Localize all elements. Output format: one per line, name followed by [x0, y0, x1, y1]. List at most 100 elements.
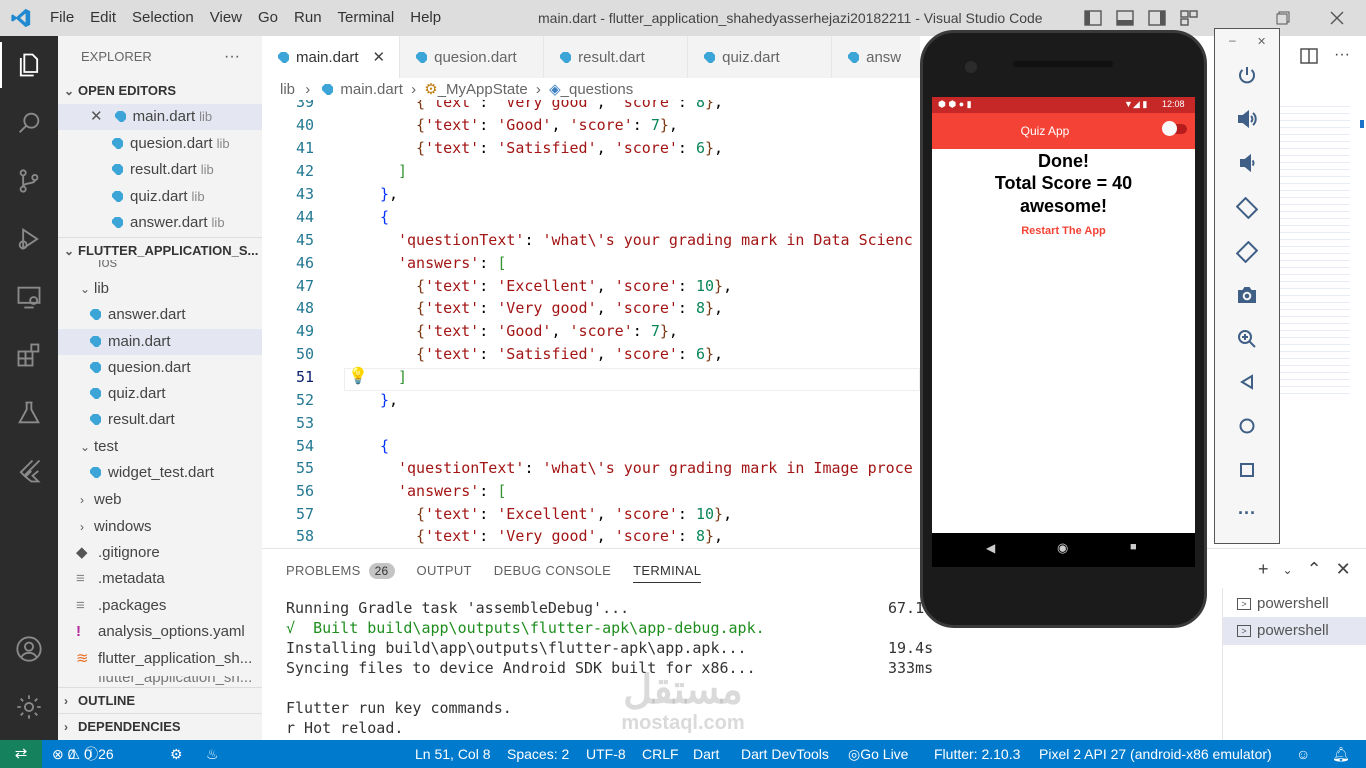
menu-selection[interactable]: Selection — [124, 0, 202, 36]
code-editor[interactable]: 💡 39 {'text': 'Very good', 'score': 8}, … — [262, 100, 920, 548]
menu-go[interactable]: Go — [250, 0, 286, 36]
open-editor-item[interactable]: quesion.dart lib — [58, 131, 262, 157]
toggle-secondary-sidebar-icon[interactable] — [1148, 10, 1166, 26]
close-panel-icon[interactable]: ✕ — [1336, 559, 1351, 581]
flutter-version[interactable]: Flutter: 2.10.3 — [934, 740, 1020, 768]
minimize-icon[interactable]: – — [1229, 33, 1236, 47]
home-icon[interactable]: ◉ — [1057, 540, 1068, 556]
flutter-button[interactable] — [0, 442, 58, 500]
open-editor-item[interactable]: quiz.dart lib — [58, 184, 262, 210]
accounts-button[interactable] — [0, 620, 58, 678]
breadcrumb-item[interactable]: main.dart — [340, 81, 403, 98]
more-actions-icon[interactable]: ··· — [1334, 46, 1350, 64]
close-icon[interactable]: ✕ — [1257, 35, 1266, 48]
tree-file[interactable]: answer.dart — [58, 302, 262, 328]
run-debug-button[interactable] — [0, 210, 58, 268]
tree-folder-windows[interactable]: › windows — [58, 514, 262, 540]
device-selector[interactable]: Pixel 2 API 27 (android-x86 emulator) — [1039, 740, 1272, 768]
rotate-right-button[interactable] — [1215, 241, 1279, 263]
volume-up-button[interactable] — [1215, 109, 1279, 129]
zoom-button[interactable] — [1215, 329, 1279, 349]
close-window-button[interactable] — [1330, 0, 1344, 36]
minimap[interactable] — [1280, 100, 1350, 400]
tree-folder-test[interactable]: ⌄ test — [58, 434, 262, 460]
tree-file[interactable]: quiz.dart — [58, 381, 262, 407]
rotate-left-button[interactable] — [1215, 197, 1279, 219]
tab-output[interactable]: OUTPUT — [417, 563, 472, 583]
menu-terminal[interactable]: Terminal — [330, 0, 403, 36]
close-editor-icon[interactable]: ✕ — [90, 108, 103, 125]
extensions-button[interactable] — [0, 326, 58, 384]
tree-file[interactable]: result.dart — [58, 407, 262, 433]
power-button[interactable] — [1215, 65, 1279, 85]
chevron-down-icon[interactable]: ⌄ — [1283, 559, 1293, 581]
home-button[interactable] — [1215, 417, 1279, 435]
tree-file[interactable]: widget_test.dart — [58, 460, 262, 486]
split-editor-icon[interactable] — [1300, 48, 1318, 64]
encoding[interactable]: UTF-8 — [586, 740, 626, 768]
menu-edit[interactable]: Edit — [82, 0, 124, 36]
phone-screen[interactable]: ⬢ ⬢ ● ▮ ▼◢ ▮ 12:08 Quiz App Done! Total … — [932, 97, 1195, 533]
back-button[interactable] — [1215, 373, 1279, 391]
explorer-button[interactable] — [0, 36, 58, 94]
source-control-button[interactable] — [0, 152, 58, 210]
open-editors-section[interactable]: ⌄ OPEN EDITORS — [58, 78, 262, 104]
breadcrumb-item[interactable]: _MyAppState — [438, 81, 528, 98]
tree-folder-ios[interactable]: ios — [58, 260, 262, 274]
close-tab-icon[interactable]: ✕ — [373, 48, 386, 66]
language-mode[interactable]: Dart — [693, 740, 719, 768]
menu-help[interactable]: Help — [402, 0, 449, 36]
tab-debug-console[interactable]: DEBUG CONSOLE — [494, 563, 611, 583]
tree-file[interactable]: ! analysis_options.yaml — [58, 619, 262, 645]
open-editor-item[interactable]: result.dart lib — [58, 157, 262, 183]
search-button[interactable] — [0, 94, 58, 152]
tab-terminal[interactable]: TERMINAL — [633, 563, 702, 583]
cursor-position[interactable]: Ln 51, Col 8 — [415, 740, 491, 768]
back-icon[interactable]: ◀ — [986, 541, 995, 555]
problems-indicator[interactable]: ⊗ 0 ⚠ 0 ⓘ 26 — [52, 740, 114, 768]
recents-icon[interactable]: ■ — [1130, 541, 1137, 553]
restart-button[interactable]: Restart The App — [932, 225, 1195, 237]
outline-section[interactable]: › OUTLINE — [58, 687, 262, 713]
tab-problems[interactable]: PROBLEMS 26 — [286, 563, 395, 583]
tree-file[interactable]: ≡ .packages — [58, 593, 262, 619]
tab-main-dart[interactable]: main.dart ✕ — [262, 36, 401, 78]
tree-file[interactable]: ≋ flutter_application_sh... — [58, 646, 262, 672]
toggle-panel-icon[interactable] — [1116, 10, 1134, 26]
manage-button[interactable] — [0, 678, 58, 736]
flame-icon[interactable]: ♨ — [206, 740, 219, 768]
tree-file[interactable]: quesion.dart — [58, 355, 262, 381]
screenshot-button[interactable] — [1215, 285, 1279, 305]
line-ending[interactable]: CRLF — [642, 740, 679, 768]
customize-layout-icon[interactable] — [1180, 10, 1198, 26]
tree-file[interactable]: ◆ .gitignore — [58, 540, 262, 566]
menu-view[interactable]: View — [202, 0, 250, 36]
maximize-panel-icon[interactable]: ⌃ — [1307, 559, 1322, 581]
toggle-sidebar-icon[interactable] — [1084, 10, 1102, 26]
menu-run[interactable]: Run — [286, 0, 330, 36]
breadcrumb-item[interactable]: lib — [280, 81, 295, 98]
tab-answer-dart[interactable]: answ — [832, 36, 915, 78]
tree-file[interactable]: ≡ .metadata — [58, 566, 262, 592]
new-terminal-icon[interactable]: + — [1258, 559, 1269, 581]
remote-indicator[interactable]: ⇄ — [0, 740, 42, 768]
menu-file[interactable]: File — [42, 0, 82, 36]
overview-button[interactable] — [1215, 461, 1279, 479]
feedback-icon[interactable]: ☺ — [1296, 740, 1310, 768]
lightbulb-icon[interactable]: 💡 — [348, 366, 368, 385]
testing-button[interactable] — [0, 384, 58, 442]
tree-folder-web[interactable]: › web — [58, 487, 262, 513]
dart-devtools[interactable]: Dart DevTools — [741, 740, 829, 768]
terminal-instance[interactable]: > powershell — [1223, 617, 1366, 645]
tab-quesion-dart[interactable]: quesion.dart — [400, 36, 545, 78]
open-editor-item[interactable]: answer.dart lib — [58, 210, 262, 236]
more-actions-icon[interactable]: ··· — [224, 44, 254, 70]
dependencies-section[interactable]: › DEPENDENCIES — [58, 713, 262, 739]
remote-explorer-button[interactable] — [0, 268, 58, 326]
tree-file[interactable]: main.dart — [58, 329, 262, 355]
breadcrumb-item[interactable]: _questions — [561, 81, 634, 98]
more-options-icon[interactable]: ··· — [1215, 503, 1279, 524]
bell-icon[interactable]: 🔔︎ — [1332, 740, 1350, 768]
tab-result-dart[interactable]: result.dart — [544, 36, 689, 78]
volume-down-button[interactable] — [1215, 153, 1279, 173]
